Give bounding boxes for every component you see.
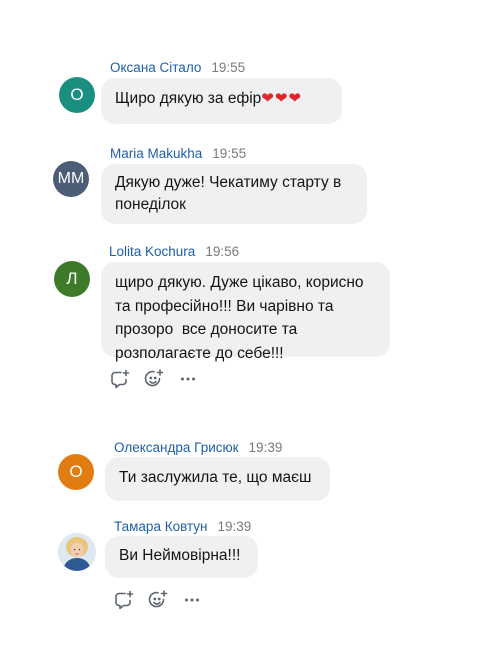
author-name[interactable]: Тамара Ковтун (114, 519, 208, 534)
message-text: Щиро дякую за ефір (115, 90, 262, 107)
message-actions (109, 368, 199, 390)
emoji-add-icon[interactable] (143, 368, 165, 390)
hearts-emoji: ❤❤❤ (261, 89, 302, 107)
avatar[interactable]: О (58, 454, 94, 490)
author-name[interactable]: Олександра Грисюк (114, 440, 239, 455)
message-meta: Оксана Сітало 19:55 (110, 60, 245, 75)
message-text: Ви Неймовірна!!! (119, 547, 241, 564)
avatar[interactable]: Л (54, 261, 90, 297)
message-time: 19:39 (248, 440, 283, 455)
message-bubble: Ти заслужила те, що маєш (105, 457, 330, 501)
message-text-line: щиро дякую. Дуже цікаво, корисно (115, 274, 364, 291)
avatar-initials: О (70, 85, 84, 104)
author-name[interactable]: Lolita Kochura (109, 244, 195, 259)
more-dots-icon[interactable] (181, 589, 203, 611)
message-bubble: Дякую дуже! Чекатиму старту в понеділок (101, 164, 367, 224)
reply-plus-icon[interactable] (113, 589, 135, 611)
message-meta: Maria Makukha 19:55 (110, 146, 246, 161)
message-text-line: прозоро все доносите та (115, 321, 298, 338)
message-bubble: Щиро дякую за ефір❤❤❤ (101, 78, 342, 124)
message-meta: Lolita Kochura 19:56 (109, 244, 239, 259)
more-dots-icon[interactable] (177, 368, 199, 390)
avatar[interactable] (58, 533, 96, 571)
avatar-initials: О (69, 462, 83, 481)
avatar-initials: Л (66, 269, 78, 288)
message-text-line: розполагаєте до себе!!! (115, 344, 284, 362)
avatar-photo (58, 533, 96, 571)
author-name[interactable]: Maria Makukha (110, 146, 202, 161)
avatar-initials: ММ (57, 170, 85, 187)
message-time: 19:39 (217, 519, 252, 534)
message-text-line: Дякую дуже! Чекатиму старту в (115, 174, 342, 191)
message-bubble: щиро дякую. Дуже цікаво, корисно та проф… (101, 262, 390, 362)
message-time: 19:55 (212, 146, 247, 161)
reply-plus-icon[interactable] (109, 368, 131, 390)
author-name[interactable]: Оксана Сітало (110, 60, 201, 75)
message-text: Ти заслужила те, що маєш (119, 469, 312, 486)
message-meta: Тамара Ковтун 19:39 (114, 519, 251, 534)
avatar[interactable]: О (59, 77, 95, 113)
message-time: 19:55 (211, 60, 246, 75)
message-bubble: Ви Неймовірна!!! (105, 536, 258, 578)
message-time: 19:56 (205, 244, 240, 259)
avatar[interactable]: ММ (53, 161, 89, 197)
message-text-line: та професійно!!! Ви чарівно та (115, 297, 334, 315)
emoji-add-icon[interactable] (147, 589, 169, 611)
message-meta: Олександра Грисюк 19:39 (114, 440, 282, 455)
message-actions (113, 589, 203, 611)
message-text-line: понеділок (115, 196, 186, 213)
